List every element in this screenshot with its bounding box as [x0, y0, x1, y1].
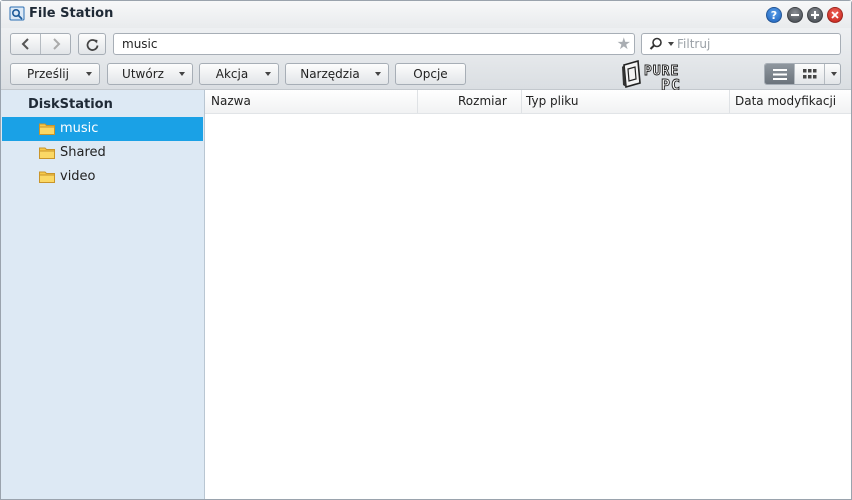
- list-view-button[interactable]: [765, 64, 794, 84]
- refresh-icon: [86, 38, 98, 51]
- column-separator[interactable]: [729, 90, 730, 113]
- column-separator[interactable]: [417, 90, 418, 113]
- tools-button[interactable]: Narzędzia: [285, 63, 389, 85]
- options-button[interactable]: Opcje: [395, 63, 466, 85]
- tools-label: Narzędzia: [300, 67, 360, 81]
- file-station-window: File Station ? music ★ Filtruj Prześlij …: [0, 0, 852, 500]
- title-bar[interactable]: File Station ?: [1, 1, 851, 28]
- refresh-button[interactable]: [78, 33, 106, 55]
- chevron-down-icon: [375, 72, 381, 76]
- history-buttons: [10, 33, 71, 55]
- action-toolbar: Prześlij Utwórz Akcja Narzędzia Opcje: [1, 60, 851, 90]
- window-title: File Station: [29, 6, 114, 21]
- search-icon[interactable]: [649, 37, 663, 51]
- tree-item-label: video: [60, 169, 96, 184]
- folder-tree: DiskStation music Shared video: [1, 90, 205, 499]
- chevron-down-icon: [831, 72, 837, 76]
- create-button[interactable]: Utwórz: [107, 63, 193, 85]
- column-header-modified[interactable]: Data modyfikacji: [735, 94, 836, 108]
- view-switcher: [764, 63, 841, 85]
- chevron-down-icon: [86, 72, 92, 76]
- help-icon[interactable]: ?: [766, 7, 782, 23]
- tree-item-shared[interactable]: Shared: [2, 141, 203, 165]
- file-list: Nazwa Rozmiar Typ pliku Data modyfikacji: [205, 90, 851, 499]
- filter-input[interactable]: [677, 36, 832, 52]
- list-view-icon: [772, 68, 787, 80]
- action-label: Akcja: [215, 67, 249, 81]
- maximize-icon[interactable]: [807, 7, 823, 23]
- navigation-toolbar: music ★: [1, 28, 851, 60]
- folder-icon: [39, 147, 55, 159]
- create-label: Utwórz: [122, 67, 164, 81]
- upload-button[interactable]: Prześlij: [10, 63, 100, 85]
- chevron-down-icon[interactable]: [668, 42, 674, 46]
- chevron-right-icon: [52, 38, 60, 50]
- column-header-type[interactable]: Typ pliku: [526, 94, 578, 108]
- column-header-size[interactable]: Rozmiar: [458, 94, 507, 108]
- column-header-name[interactable]: Nazwa: [211, 94, 251, 108]
- tree-root-diskstation[interactable]: DiskStation: [28, 97, 113, 112]
- thumbnail-view-icon: [802, 69, 816, 79]
- forward-button[interactable]: [40, 34, 70, 54]
- file-station-icon: [9, 6, 25, 21]
- chevron-left-icon: [21, 38, 29, 50]
- action-button[interactable]: Akcja: [199, 63, 279, 85]
- chevron-down-icon: [265, 72, 271, 76]
- tree-item-video[interactable]: video: [2, 165, 203, 189]
- close-icon[interactable]: [827, 7, 843, 23]
- filter-field[interactable]: [641, 33, 841, 55]
- upload-label: Prześlij: [27, 67, 69, 81]
- current-path: music: [122, 37, 158, 51]
- thumbnail-view-button[interactable]: [794, 64, 824, 84]
- back-button[interactable]: [11, 34, 40, 54]
- tree-item-music[interactable]: music: [2, 117, 203, 141]
- tree-item-label: Shared: [60, 145, 106, 160]
- path-bar[interactable]: music ★: [113, 33, 635, 55]
- options-label: Opcje: [413, 67, 448, 81]
- folder-icon: [39, 171, 55, 183]
- column-header-row: Nazwa Rozmiar Typ pliku Data modyfikacji: [205, 90, 851, 114]
- column-separator[interactable]: [521, 90, 522, 113]
- folder-icon: [39, 123, 55, 135]
- minimize-icon[interactable]: [787, 7, 803, 23]
- star-icon[interactable]: ★: [617, 36, 631, 52]
- chevron-down-icon: [179, 72, 185, 76]
- purepc-logo-mark: [622, 59, 641, 89]
- view-options-dropdown[interactable]: [824, 64, 840, 84]
- tree-item-label: music: [60, 121, 99, 136]
